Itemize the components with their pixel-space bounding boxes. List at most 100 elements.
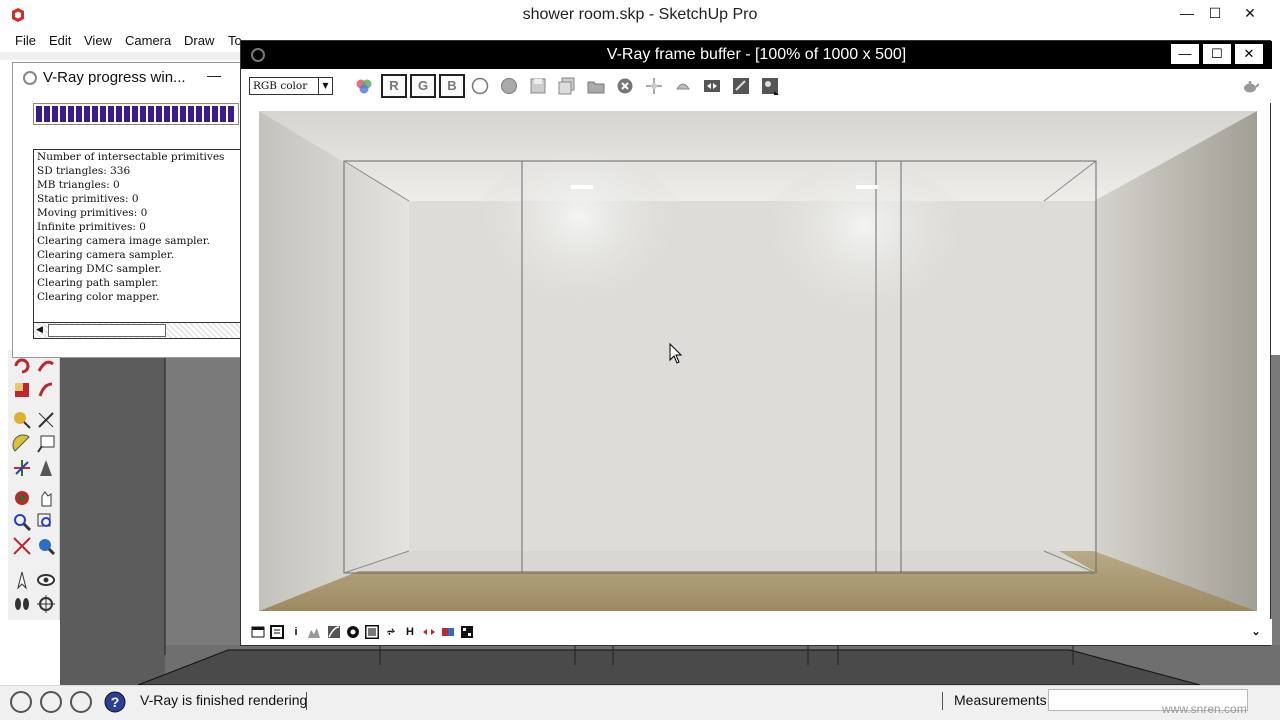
stamp-icon[interactable] [732,77,750,95]
render-teapot-icon[interactable] [1241,77,1259,95]
lut-icon[interactable] [365,625,379,639]
log-line: Clearing color mapper. [37,291,160,303]
section-plane-icon[interactable] [36,594,56,614]
close-button[interactable]: ✕ [1233,2,1267,24]
look-around-icon[interactable] [36,570,56,590]
srgb-icon[interactable] [422,625,436,639]
credits-icon[interactable] [40,691,62,713]
alpha-channel-icon[interactable] [471,77,489,95]
help-icon[interactable]: ? [104,691,126,713]
rendered-image[interactable] [259,111,1257,611]
render-log[interactable]: Number of intersectable primitives SD tri… [33,149,245,339]
dimension-icon[interactable] [36,410,56,430]
log-lines: Number of intersectable primitives SD tri… [34,150,244,304]
watermark: www.snren.com [1162,702,1247,716]
green-channel-button[interactable]: G [410,74,436,98]
desktop: shower room.skp - SketchUp Pro — ☐ ✕ Fil… [0,0,1280,720]
axes-icon[interactable] [12,458,32,478]
rotate-icon[interactable] [12,356,32,376]
icc-icon[interactable]: ⩫ [384,625,398,639]
display-correction-icon[interactable] [251,625,265,639]
scroll-thumb[interactable] [48,324,166,337]
zoom-extents-icon[interactable] [12,536,32,556]
load-image-icon[interactable] [587,77,605,95]
vray-frame-buffer-window: V-Ray frame buffer - [100% of 1000 x 500… [240,40,1272,646]
chevron-down-icon: ▼ [318,78,332,94]
vfb-close-button[interactable]: ✕ [1235,44,1263,64]
color-clamp-icon[interactable] [460,625,474,639]
geo-location-icon[interactable] [10,691,32,713]
zoom-window-icon[interactable] [36,512,56,532]
vfb-maximize-button[interactable]: ☐ [1203,44,1231,64]
top-toolbar [0,52,250,60]
status-bar: ? V-Ray is finished rendering Measuremen… [0,685,1280,720]
color-channels-icon[interactable] [355,77,373,95]
history-icon[interactable] [270,625,284,639]
follow-me-icon[interactable] [36,356,56,376]
clear-image-icon[interactable] [616,77,634,95]
vray-progress-window: V-Ray progress win... — Number of inters… [12,62,245,358]
menu-camera[interactable]: Camera [125,33,171,48]
menu-draw[interactable]: Draw [184,33,214,48]
lens-effects-icon[interactable] [761,77,779,95]
save-all-icon[interactable] [558,77,576,95]
log-line: Clearing camera sampler. [37,249,175,261]
zoom-icon[interactable] [12,512,32,532]
sketchup-titlebar: shower room.skp - SketchUp Pro — ☐ ✕ [0,0,1280,30]
scroll-left-arrow-icon[interactable]: ◀ [36,324,43,335]
info-icon[interactable]: i [289,625,303,639]
vfb-toolbar: RGB color ▼ R G B [241,69,1272,103]
render-region-icon[interactable] [674,77,692,95]
left-toolbar [8,350,60,620]
render-progress-bar [33,103,239,125]
walk-icon[interactable] [12,594,32,614]
pan-icon[interactable] [36,488,56,508]
track-mouse-icon[interactable] [645,77,663,95]
menu-view[interactable]: View [84,33,112,48]
save-image-icon[interactable] [529,77,547,95]
monochrome-icon[interactable] [500,77,518,95]
svg-text:?: ? [111,694,120,710]
maximize-button[interactable]: ☐ [1198,2,1232,24]
status-message: V-Ray is finished rendering [140,692,308,708]
menu-file[interactable]: File [15,33,36,48]
menu-edit[interactable]: Edit [49,33,71,48]
scale-icon[interactable] [12,380,32,400]
level-icon[interactable] [307,625,321,639]
red-channel-button[interactable]: R [381,74,407,98]
log-line: Number of intersectable primitives [37,151,225,163]
channel-dropdown-value: RGB color [253,80,308,92]
ocio-icon[interactable]: H [403,625,417,639]
log-line: Clearing camera image sampler. [37,235,210,247]
log-line: Moving primitives: 0 [37,207,148,219]
compare-ab-icon[interactable] [703,77,721,95]
log-line: SD triangles: 336 [37,165,131,177]
progress-minimize-button[interactable]: — [207,67,221,83]
measurements-label: Measurements [954,692,1047,708]
render-progress-fill [36,106,236,122]
protractor-icon[interactable] [12,434,32,454]
log-line: Infinite primitives: 0 [37,221,146,233]
text-icon[interactable] [36,434,56,454]
orbit-icon[interactable] [12,488,32,508]
render-canvas [259,111,1257,611]
previous-view-icon[interactable] [36,536,56,556]
tape-measure-icon[interactable] [12,410,32,430]
curves-icon[interactable] [327,625,341,639]
expand-chevron-icon[interactable]: ⌄ [1249,625,1263,639]
position-camera-icon[interactable] [12,570,32,590]
pixel-aspect-icon[interactable] [441,625,455,639]
blue-channel-button[interactable]: B [439,74,465,98]
log-line: Static primitives: 0 [37,193,139,205]
channel-dropdown[interactable]: RGB color ▼ [249,77,333,95]
mouse-cursor-icon [669,343,683,364]
vfb-bottom-toolbar: i ⩫ H ⌄ [241,619,1272,645]
user-account-icon[interactable] [70,691,92,713]
3d-text-icon[interactable] [36,458,56,478]
exposure-icon[interactable] [346,625,360,639]
log-horizontal-scrollbar[interactable]: ◀ [34,322,244,338]
status-divider [306,692,307,710]
progress-window-title: V-Ray progress win... [43,69,186,86]
offset-icon[interactable] [36,380,56,400]
vfb-minimize-button[interactable]: — [1171,44,1199,64]
